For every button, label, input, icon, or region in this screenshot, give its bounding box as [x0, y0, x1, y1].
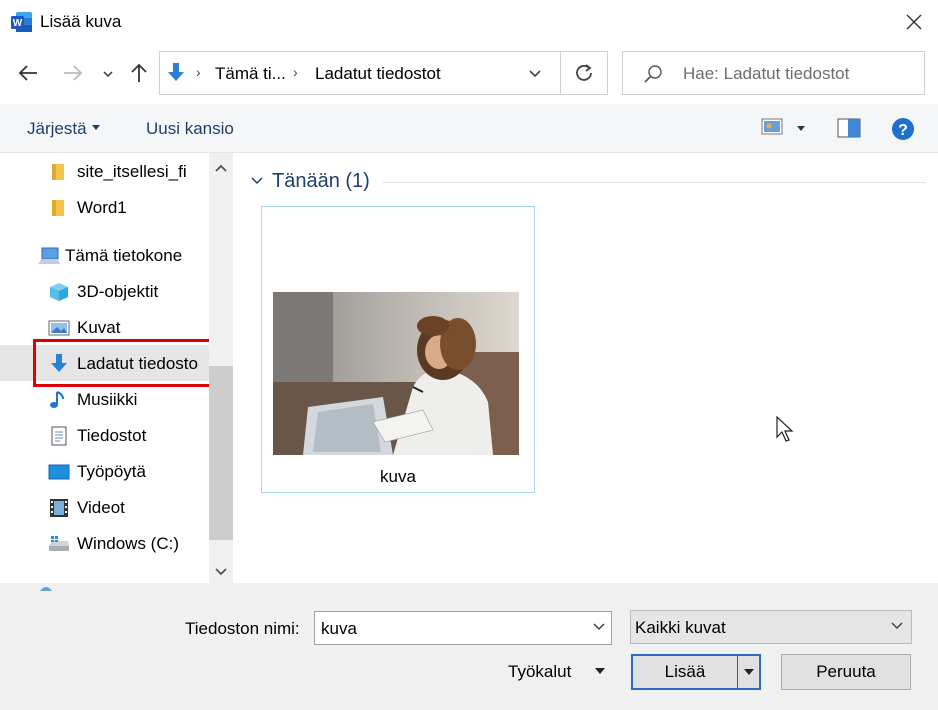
svg-text:?: ? — [898, 122, 908, 139]
filename-value: kuva — [321, 619, 357, 638]
scroll-down-icon[interactable] — [214, 566, 228, 578]
tools-button[interactable]: Työkalut — [508, 662, 571, 682]
nav-item-music[interactable]: Musiikki — [0, 382, 210, 418]
back-arrow-icon[interactable] — [17, 62, 39, 84]
organize-dropdown-icon[interactable] — [91, 124, 101, 132]
file-type-dropdown-icon[interactable] — [891, 621, 903, 631]
tools-dropdown-icon[interactable] — [594, 667, 606, 676]
help-icon[interactable]: ? — [891, 117, 915, 141]
filename-label: Tiedoston nimi: — [185, 619, 300, 638]
breadcrumb-this-pc[interactable]: Tämä ti... — [215, 64, 286, 84]
nav-item-windows-c[interactable]: Windows (C:) — [0, 526, 210, 562]
documents-icon — [51, 426, 67, 446]
nav-item-site-itsellesi-fi[interactable]: site_itsellesi_fi — [0, 154, 210, 190]
image-thumbnail[interactable] — [273, 292, 519, 455]
computer-icon — [38, 247, 60, 264]
address-bar[interactable]: › Tämä ti... › Ladatut tiedostot — [159, 51, 608, 95]
filename-dropdown-icon[interactable] — [593, 622, 605, 632]
organize-button[interactable]: Järjestä — [27, 119, 87, 139]
search-icon — [644, 65, 662, 83]
forward-arrow-icon[interactable] — [62, 62, 84, 84]
recent-locations-chevron-icon[interactable] — [101, 67, 115, 81]
nav-item-label: Windows (C:) — [77, 534, 180, 553]
insert-dropdown-icon[interactable] — [743, 668, 755, 677]
command-toolbar: Järjestä Uusi kansio ? — [0, 104, 938, 153]
nav-item-partial-icon — [36, 578, 56, 591]
folder-icon — [52, 164, 64, 180]
nav-item-documents[interactable]: Tiedostot — [0, 418, 210, 454]
nav-item-label: Tämä tietokone — [65, 246, 183, 265]
folder-icon — [52, 200, 64, 216]
cancel-button[interactable]: Peruuta — [781, 654, 911, 690]
videos-icon — [50, 499, 68, 517]
search-input[interactable]: Hae: Ladatut tiedostot — [683, 64, 849, 84]
address-dropdown-icon[interactable] — [528, 67, 542, 81]
file-type-value: Kaikki kuvat — [635, 618, 726, 637]
svg-text:W: W — [13, 18, 23, 29]
scroll-up-icon[interactable] — [214, 162, 228, 174]
breadcrumb-separator-icon: › — [196, 64, 201, 80]
nav-item-label: Videot — [77, 498, 125, 517]
desktop-icon — [48, 464, 70, 480]
cancel-button-label: Peruuta — [816, 662, 876, 681]
breadcrumb-separator-icon: › — [293, 64, 298, 80]
nav-item-this-pc[interactable]: Tämä tietokone — [0, 238, 210, 274]
mouse-cursor-icon — [776, 415, 794, 442]
nav-scrollbar-thumb[interactable] — [209, 366, 233, 540]
pictures-icon — [48, 320, 70, 336]
refresh-button[interactable] — [560, 51, 608, 95]
new-folder-button[interactable]: Uusi kansio — [146, 119, 234, 139]
file-name-label: kuva — [380, 467, 416, 486]
word-app-icon: W — [11, 12, 32, 32]
view-options-icon[interactable] — [761, 118, 783, 136]
title-bar: W Lisää kuva — [0, 0, 938, 46]
nav-item-desktop[interactable]: Työpöytä — [0, 454, 210, 490]
nav-item-label: Työpöytä — [77, 462, 146, 481]
nav-item-label: Musiikki — [77, 390, 138, 409]
view-dropdown-icon[interactable] — [796, 125, 806, 133]
preview-pane-icon[interactable] — [837, 118, 861, 138]
refresh-icon — [576, 64, 592, 81]
group-collapse-chevron-icon[interactable] — [250, 175, 264, 187]
filename-input[interactable]: kuva — [314, 611, 612, 645]
insert-button-label: Lisää — [664, 662, 706, 681]
footer-panel — [0, 583, 938, 710]
nav-item-label: Tiedostot — [77, 426, 147, 445]
nav-item-3d-objects[interactable]: 3D-objektit — [0, 274, 210, 310]
search-box[interactable]: Hae: Ladatut tiedostot — [622, 51, 925, 95]
group-divider — [382, 182, 926, 183]
group-header-today[interactable]: Tänään (1) — [272, 170, 370, 193]
nav-item-label: Word1 — [77, 198, 127, 217]
file-type-filter[interactable]: Kaikki kuvat — [630, 610, 912, 644]
nav-item-videos[interactable]: Videot — [0, 490, 210, 526]
window-title: Lisää kuva — [40, 12, 122, 31]
nav-item-label: site_itsellesi_fi — [77, 162, 187, 181]
nav-item-label: Kuvat — [77, 318, 121, 337]
up-arrow-icon[interactable] — [128, 62, 150, 84]
breadcrumb-downloads[interactable]: Ladatut tiedostot — [315, 64, 441, 84]
insert-button[interactable]: Lisää — [631, 654, 761, 690]
close-icon[interactable] — [900, 8, 928, 36]
cube-icon — [50, 283, 68, 301]
nav-item-label: 3D-objektit — [77, 282, 159, 301]
nav-item-word1[interactable]: Word1 — [0, 190, 210, 226]
drive-icon — [49, 536, 69, 551]
highlight-annotation-box — [33, 339, 214, 387]
insert-split-divider — [737, 656, 738, 688]
music-icon — [50, 391, 64, 408]
download-icon — [168, 63, 184, 81]
